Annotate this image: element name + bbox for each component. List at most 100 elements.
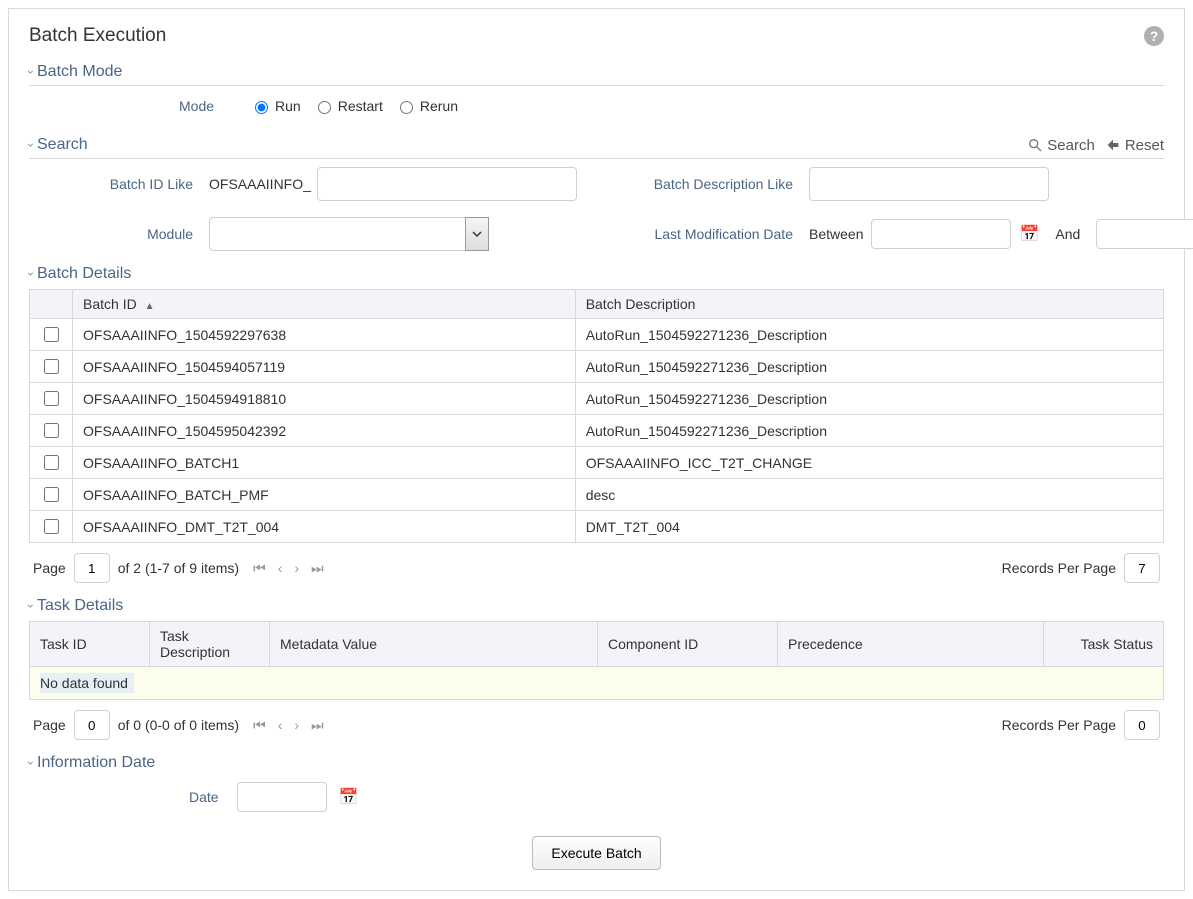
- chevron-down-icon: [471, 228, 483, 240]
- mode-restart-input[interactable]: [318, 101, 331, 114]
- batch-desc-cell: AutoRun_1504592271236_Description: [575, 415, 1163, 447]
- mode-run-input[interactable]: [255, 101, 268, 114]
- batch-id-column[interactable]: Batch ID ▲: [73, 290, 576, 319]
- help-icon[interactable]: ?: [1144, 26, 1164, 46]
- metadata-col[interactable]: Metadata Value: [270, 622, 598, 667]
- row-checkbox[interactable]: [44, 391, 59, 406]
- task-details-title-text: Task Details: [37, 597, 123, 615]
- batch-desc-cell: desc: [575, 479, 1163, 511]
- batch-id-cell: OFSAAAIINFO_1504592297638: [73, 319, 576, 351]
- batch-details-title[interactable]: › Batch Details: [29, 265, 131, 283]
- between-label: Between: [809, 226, 863, 242]
- reset-action[interactable]: Reset: [1105, 137, 1164, 154]
- select-all-header: [30, 290, 73, 319]
- page-input[interactable]: [74, 553, 110, 583]
- rpp-input[interactable]: [1124, 553, 1160, 583]
- batch-id-cell: OFSAAAIINFO_1504595042392: [73, 415, 576, 447]
- table-row[interactable]: OFSAAAIINFO_1504595042392AutoRun_1504592…: [30, 415, 1164, 447]
- reset-icon: [1105, 137, 1121, 153]
- pager-last-icon[interactable]: ⏭: [309, 560, 326, 577]
- task-rpp-label: Records Per Page: [1002, 717, 1116, 733]
- row-checkbox[interactable]: [44, 519, 59, 534]
- table-row[interactable]: OFSAAAIINFO_BATCH_PMFdesc: [30, 479, 1164, 511]
- row-checkbox[interactable]: [44, 423, 59, 438]
- mode-rerun-label: Rerun: [420, 98, 458, 114]
- date-from-input[interactable]: [871, 219, 1011, 249]
- row-checkbox[interactable]: [44, 487, 59, 502]
- search-title[interactable]: › Search: [29, 136, 88, 154]
- pager-first-icon[interactable]: ⏮: [251, 717, 268, 734]
- table-row[interactable]: OFSAAAIINFO_BATCH1OFSAAAIINFO_ICC_T2T_CH…: [30, 447, 1164, 479]
- batch-details-section: › Batch Details Batch ID ▲ Batch Descrip…: [29, 265, 1164, 583]
- module-combo[interactable]: [209, 217, 489, 251]
- precedence-col[interactable]: Precedence: [778, 622, 1044, 667]
- pager-prev-icon[interactable]: ‹: [276, 717, 285, 734]
- rpp-label: Records Per Page: [1002, 560, 1116, 576]
- batch-details-table: Batch ID ▲ Batch Description OFSAAAIINFO…: [29, 289, 1164, 543]
- chevron-down-icon: ›: [24, 143, 38, 147]
- batch-mode-title-text: Batch Mode: [37, 63, 122, 81]
- pager-next-icon[interactable]: ›: [292, 560, 301, 577]
- mode-restart-label: Restart: [338, 98, 383, 114]
- task-details-table: Task ID Task Description Metadata Value …: [29, 621, 1164, 700]
- batch-id-cell: OFSAAAIINFO_1504594057119: [73, 351, 576, 383]
- row-checkbox[interactable]: [44, 359, 59, 374]
- chevron-down-icon: ›: [24, 272, 38, 276]
- search-title-text: Search: [37, 136, 88, 154]
- batch-id-cell: OFSAAAIINFO_BATCH_PMF: [73, 479, 576, 511]
- pager-first-icon[interactable]: ⏮: [251, 560, 268, 577]
- module-dropdown-button[interactable]: [465, 217, 489, 251]
- table-row[interactable]: OFSAAAIINFO_1504592297638AutoRun_1504592…: [30, 319, 1164, 351]
- search-icon: [1027, 137, 1043, 153]
- and-label: And: [1055, 226, 1080, 242]
- batch-desc-cell: AutoRun_1504592271236_Description: [575, 351, 1163, 383]
- task-id-col[interactable]: Task ID: [30, 622, 150, 667]
- row-checkbox[interactable]: [44, 455, 59, 470]
- execute-batch-button[interactable]: Execute Batch: [532, 836, 660, 870]
- batch-details-title-text: Batch Details: [37, 265, 131, 283]
- search-action-label: Search: [1047, 137, 1095, 154]
- search-section: › Search Search Reset Batch ID Like OFSA…: [29, 136, 1164, 251]
- mode-rerun-input[interactable]: [400, 101, 413, 114]
- mode-run-radio[interactable]: Run: [250, 98, 301, 114]
- batch-desc-like-input[interactable]: [809, 167, 1049, 201]
- row-checkbox[interactable]: [44, 327, 59, 342]
- batch-mode-section: › Batch Mode Mode Run Restart Rerun: [29, 63, 1164, 122]
- calendar-icon[interactable]: 📅: [339, 787, 359, 807]
- task-details-title[interactable]: › Task Details: [29, 597, 123, 615]
- batch-id-cell: OFSAAAIINFO_BATCH1: [73, 447, 576, 479]
- info-date-section: › Information Date Date 📅: [29, 754, 1164, 812]
- batch-id-prefix: OFSAAAIINFO_: [209, 176, 311, 192]
- batch-desc-column[interactable]: Batch Description: [575, 290, 1163, 319]
- task-page-input[interactable]: [74, 710, 110, 740]
- calendar-icon[interactable]: 📅: [1019, 224, 1039, 244]
- info-date-input[interactable]: [237, 782, 327, 812]
- batch-id-like-input[interactable]: [317, 167, 577, 201]
- pager-last-icon[interactable]: ⏭: [309, 717, 326, 734]
- pager-next-icon[interactable]: ›: [292, 717, 301, 734]
- component-col[interactable]: Component ID: [598, 622, 778, 667]
- date-to-input[interactable]: [1096, 219, 1193, 249]
- mode-rerun-radio[interactable]: Rerun: [395, 98, 458, 114]
- page-of-text: of 2 (1-7 of 9 items): [118, 560, 239, 576]
- mode-run-label: Run: [275, 98, 301, 114]
- chevron-down-icon: ›: [24, 761, 38, 765]
- task-status-col[interactable]: Task Status: [1044, 622, 1164, 667]
- batch-mode-title[interactable]: › Batch Mode: [29, 63, 122, 81]
- task-rpp-input[interactable]: [1124, 710, 1160, 740]
- task-desc-col[interactable]: Task Description: [150, 622, 270, 667]
- chevron-down-icon: ›: [24, 604, 38, 608]
- table-row[interactable]: OFSAAAIINFO_DMT_T2T_004DMT_T2T_004: [30, 511, 1164, 543]
- table-row[interactable]: OFSAAAIINFO_1504594918810AutoRun_1504592…: [30, 383, 1164, 415]
- mode-label: Mode: [179, 98, 214, 114]
- task-page-of-text: of 0 (0-0 of 0 items): [118, 717, 239, 733]
- mode-restart-radio[interactable]: Restart: [313, 98, 383, 114]
- search-action[interactable]: Search: [1027, 137, 1095, 154]
- info-date-title[interactable]: › Information Date: [29, 754, 155, 772]
- reset-action-label: Reset: [1125, 137, 1164, 154]
- pager-prev-icon[interactable]: ‹: [276, 560, 285, 577]
- module-input[interactable]: [209, 217, 465, 251]
- info-date-title-text: Information Date: [37, 754, 155, 772]
- task-details-section: › Task Details Task ID Task Description …: [29, 597, 1164, 740]
- table-row[interactable]: OFSAAAIINFO_1504594057119AutoRun_1504592…: [30, 351, 1164, 383]
